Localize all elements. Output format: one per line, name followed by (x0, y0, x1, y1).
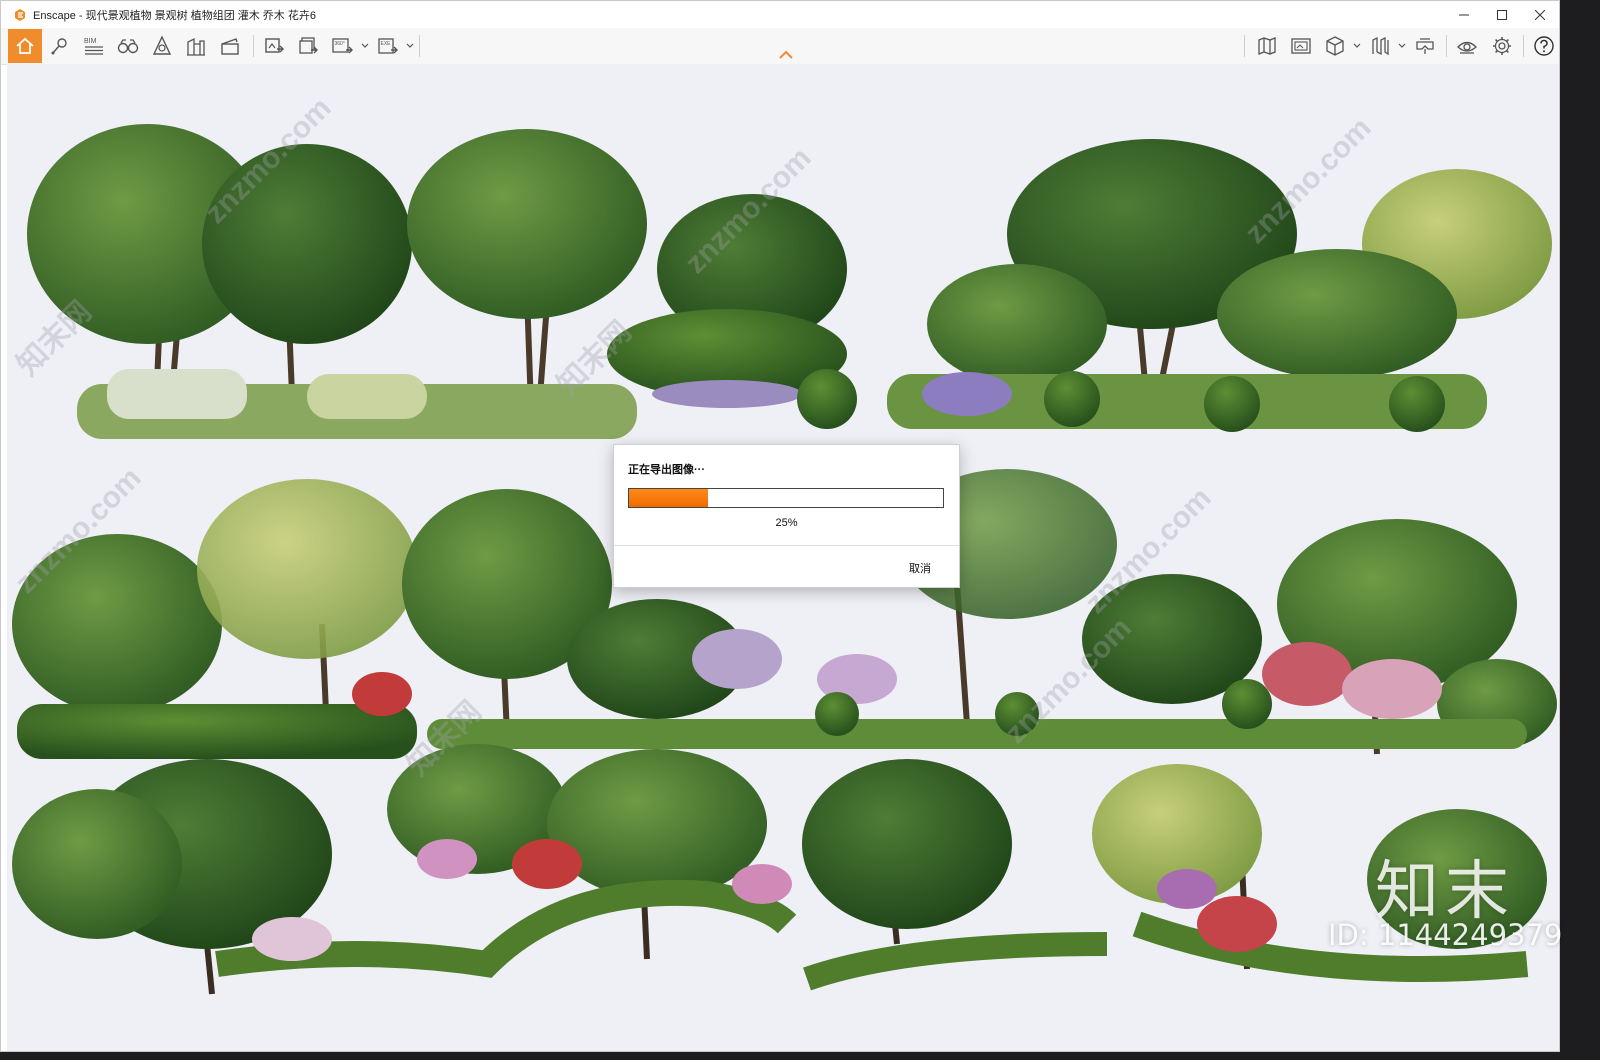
toolbar-separator (419, 35, 420, 57)
screenshot-button[interactable] (259, 31, 289, 61)
buildings-button[interactable] (181, 31, 211, 61)
export-exe-button[interactable]: EXE (373, 31, 403, 61)
sections-icon (1372, 36, 1389, 56)
close-icon (1535, 9, 1545, 20)
progress-fill (629, 489, 708, 507)
toolbar-separator (1446, 35, 1447, 57)
chevron-down-icon[interactable] (361, 42, 369, 50)
view-manager-button[interactable] (1286, 31, 1316, 61)
collapse-toolbar-icon[interactable] (778, 50, 794, 60)
home-button[interactable] (8, 29, 42, 63)
map-icon (1258, 37, 1276, 55)
settings-button[interactable] (1487, 31, 1517, 61)
toolbar-separator (253, 35, 254, 57)
binoculars-button[interactable] (113, 31, 143, 61)
export-exe-icon: EXE (378, 38, 398, 54)
chevron-down-icon[interactable] (406, 42, 414, 50)
bim-label: BIM (84, 38, 97, 45)
panorama-button[interactable]: 360° (327, 31, 357, 61)
panorama-label: 360° (335, 41, 345, 47)
title-bar[interactable]: Enscape - 现代景观植物 景观树 植物组团 灌木 乔木 花卉6 (1, 1, 1559, 28)
dialog-title: 正在导出图像··· (628, 464, 705, 476)
minimize-icon (1459, 14, 1469, 15)
sections-button[interactable] (1365, 31, 1395, 61)
settings-icon (1493, 37, 1511, 55)
eye-icon (1457, 41, 1477, 54)
assets-icon (152, 35, 172, 55)
chevron-down-icon[interactable] (1353, 42, 1361, 50)
visibility-button[interactable] (1452, 31, 1482, 61)
minimize-button[interactable] (1445, 1, 1483, 28)
toolbar-separator (1523, 35, 1524, 57)
pin-icon (51, 38, 67, 55)
cancel-button[interactable]: 取消 (903, 557, 937, 579)
cube-button[interactable] (1320, 31, 1350, 61)
chevron-down-icon[interactable] (1398, 42, 1406, 50)
binoculars-icon (117, 39, 139, 54)
toolbar-separator (1244, 35, 1245, 57)
batch-render-button[interactable] (293, 31, 323, 61)
close-button[interactable] (1521, 1, 1559, 28)
progress-percent: 25% (775, 517, 798, 529)
plant-row-3 (12, 744, 1547, 995)
bim-button[interactable]: BIM (79, 31, 109, 61)
view-manager-icon (1291, 38, 1311, 54)
clapper-icon (221, 38, 239, 55)
export-progress-dialog: 正在导出图像··· 25% 取消 (613, 444, 960, 588)
buildings-icon (187, 37, 205, 56)
video-editor-button[interactable] (215, 31, 245, 61)
help-icon (1534, 36, 1554, 56)
bim-icon: BIM (84, 38, 103, 55)
screenshot-icon (265, 38, 284, 53)
vr-icon (1416, 38, 1434, 54)
map-button[interactable] (1252, 31, 1282, 61)
pin-button[interactable] (45, 31, 75, 61)
app-window: Enscape - 现代景观植物 景观树 植物组团 灌木 乔木 花卉6 BIM (0, 0, 1560, 1052)
home-icon (16, 37, 34, 54)
enscape-logo-icon (15, 8, 25, 21)
batch-render-icon (299, 37, 318, 54)
window-title: Enscape - 现代景观植物 景观树 植物组团 灌木 乔木 花卉6 (33, 9, 316, 22)
vr-button[interactable] (1410, 31, 1440, 61)
panorama-360-icon: 360° (332, 38, 353, 54)
progress-bar (628, 488, 944, 508)
assets-button[interactable] (147, 31, 177, 61)
maximize-button[interactable] (1483, 1, 1521, 28)
watermark-id: ID: 1144249379 (1328, 918, 1563, 952)
exe-label: EXE (381, 41, 392, 47)
dialog-divider (614, 545, 959, 546)
cube-icon (1326, 36, 1344, 56)
help-button[interactable] (1529, 31, 1559, 61)
maximize-icon (1497, 9, 1507, 20)
